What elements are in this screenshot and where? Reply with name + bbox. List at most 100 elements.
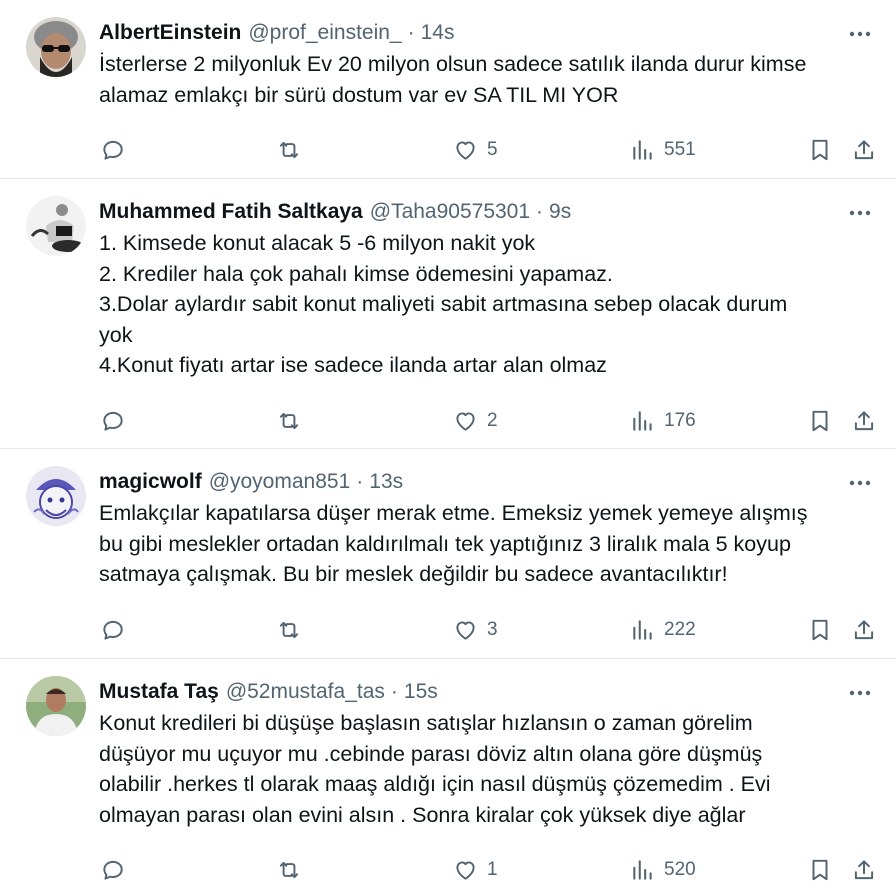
tweet-text-line: satmaya çalışmak. Bu bir meslek değildir…: [99, 562, 728, 586]
timestamp[interactable]: 14s: [421, 19, 455, 47]
tweet-text-line: bu gibi meslekler ortadan kaldırılmalı t…: [99, 531, 791, 556]
share-button[interactable]: [851, 610, 877, 650]
retweet-button[interactable]: [275, 401, 303, 441]
user-handle[interactable]: @52mustafa_tas: [226, 678, 385, 706]
separator: ·: [536, 200, 544, 223]
share-icon: [854, 140, 874, 160]
tweet-text-line: 3.Dolar aylardır sabit konut maliyeti sa…: [99, 292, 788, 316]
tweet-text-line: 1. Kimsede konut alacak 5 -6 milyon naki…: [99, 231, 536, 255]
tweet-text-line: Konut kredileri bi düşüşe başlasın satış…: [99, 711, 753, 735]
view-count: 551: [664, 139, 696, 160]
tweet-text-line: 4.Konut fiyatı artar ise sadece ilanda a…: [99, 353, 607, 377]
tweet[interactable]: AlbertEinstein @prof_einstein_ · 14s İst…: [0, 0, 896, 179]
views-button[interactable]: 520: [630, 850, 696, 890]
bookmark-icon: [812, 139, 828, 161]
retweet-icon: [279, 861, 299, 879]
tweet-text-line: olabilir .herkes tl olarak maaş aldığı i…: [99, 772, 771, 796]
views-button[interactable]: 551: [630, 130, 696, 170]
einstein-avatar: [26, 17, 86, 77]
tweet-text-line: düşüyor mu uçuyor mu .cebinde parası döv…: [99, 741, 763, 766]
view-count: 176: [664, 409, 696, 431]
reply-button[interactable]: [100, 610, 126, 650]
reply-button[interactable]: [100, 401, 126, 441]
bookmark-button[interactable]: [807, 130, 833, 170]
more-button[interactable]: [844, 471, 876, 495]
mustafa-avatar: [26, 676, 86, 736]
user-handle[interactable]: @yoyoman851: [209, 468, 351, 496]
action-bar: 1 520: [99, 850, 874, 890]
tweet-text: Konut kredileri bi düşüşe başlasın satış…: [99, 708, 872, 830]
heart-icon: [456, 411, 475, 431]
reply-icon: [103, 860, 123, 880]
tweet-text: 1. Kimsede konut alacak 5 -6 milyon naki…: [99, 228, 872, 381]
heart-icon: [456, 620, 475, 640]
magicwolf-avatar: [26, 466, 86, 526]
display-name[interactable]: magicwolf: [99, 468, 202, 496]
share-button[interactable]: [851, 130, 877, 170]
user-handle[interactable]: @prof_einstein_: [248, 19, 401, 47]
view-count: 222: [664, 618, 696, 640]
display-name[interactable]: AlbertEinstein: [99, 19, 241, 47]
share-icon: [854, 619, 874, 639]
display-name[interactable]: Muhammed Fatih Saltkaya: [99, 198, 363, 226]
avatar[interactable]: [26, 466, 86, 526]
tweet-header: Mustafa Taş @52mustafa_tas · 15s: [99, 678, 872, 706]
reply-icon: [103, 411, 123, 431]
like-count: 3: [487, 618, 498, 640]
reply-icon: [103, 140, 123, 160]
tweet[interactable]: magicwolf @yoyoman851 · 13s Emlakçılar k…: [0, 449, 896, 659]
share-button[interactable]: [851, 401, 877, 441]
reply-button[interactable]: [100, 130, 126, 170]
action-bar: 3 222: [99, 610, 874, 650]
tweet-text-line: 2. Krediler hala çok pahalı kimse ödemes…: [99, 261, 613, 286]
more-button[interactable]: [844, 201, 876, 225]
action-bar: 5 551: [99, 130, 874, 170]
bookmark-button[interactable]: [807, 610, 833, 650]
retweet-button[interactable]: [275, 130, 303, 170]
like-button[interactable]: 3: [452, 610, 498, 650]
more-icon: [849, 210, 871, 216]
more-icon: [849, 480, 871, 486]
avatar[interactable]: [26, 17, 86, 77]
tweet[interactable]: Muhammed Fatih Saltkaya @Taha90575301 · …: [0, 179, 896, 449]
more-icon: [849, 31, 871, 37]
tweet-text: İsterlerse 2 milyonluk Ev 20 milyon olsu…: [99, 49, 872, 110]
display-name[interactable]: Mustafa Taş: [99, 678, 219, 706]
like-button[interactable]: 5: [452, 130, 498, 170]
share-icon: [854, 860, 874, 880]
avatar[interactable]: [26, 196, 86, 256]
reply-button[interactable]: [100, 850, 126, 890]
like-button[interactable]: 1: [452, 850, 498, 890]
more-button[interactable]: [844, 22, 876, 46]
bookmark-button[interactable]: [807, 850, 833, 890]
tweet[interactable]: Mustafa Taş @52mustafa_tas · 15s Konut k…: [0, 659, 896, 894]
views-icon: [633, 619, 652, 640]
separator: ·: [356, 470, 364, 493]
retweet-button[interactable]: [275, 850, 303, 890]
share-icon: [854, 410, 874, 430]
tweet-text-line: alamaz emlakçı bir sürü dostum var ev SA…: [99, 82, 619, 107]
avatar[interactable]: [26, 676, 86, 736]
bookmark-icon: [812, 859, 828, 881]
views-icon: [633, 410, 652, 431]
like-count: 5: [487, 139, 498, 160]
user-handle[interactable]: @Taha90575301: [370, 198, 530, 226]
separator: ·: [390, 680, 398, 703]
views-button[interactable]: 176: [630, 401, 696, 441]
tweet-header: AlbertEinstein @prof_einstein_ · 14s: [99, 19, 872, 47]
tweet-text-line: olmayan parası olan evini alsın . Sonra …: [99, 802, 746, 827]
tweet-feed: AlbertEinstein @prof_einstein_ · 14s İst…: [0, 0, 896, 894]
heart-icon: [456, 861, 475, 880]
like-count: 2: [487, 409, 498, 431]
timestamp[interactable]: 9s: [549, 198, 571, 226]
more-button[interactable]: [844, 681, 876, 705]
share-button[interactable]: [851, 850, 877, 890]
timestamp[interactable]: 13s: [369, 468, 403, 496]
views-button[interactable]: 222: [630, 610, 696, 650]
bookmark-button[interactable]: [807, 401, 833, 441]
timestamp[interactable]: 15s: [404, 678, 438, 706]
tweet-text-line: Emlakçılar kapatılarsa düşer merak etme.…: [99, 501, 808, 525]
like-button[interactable]: 2: [452, 401, 498, 441]
tweet-text-line: yok: [99, 322, 133, 347]
retweet-button[interactable]: [275, 610, 303, 650]
